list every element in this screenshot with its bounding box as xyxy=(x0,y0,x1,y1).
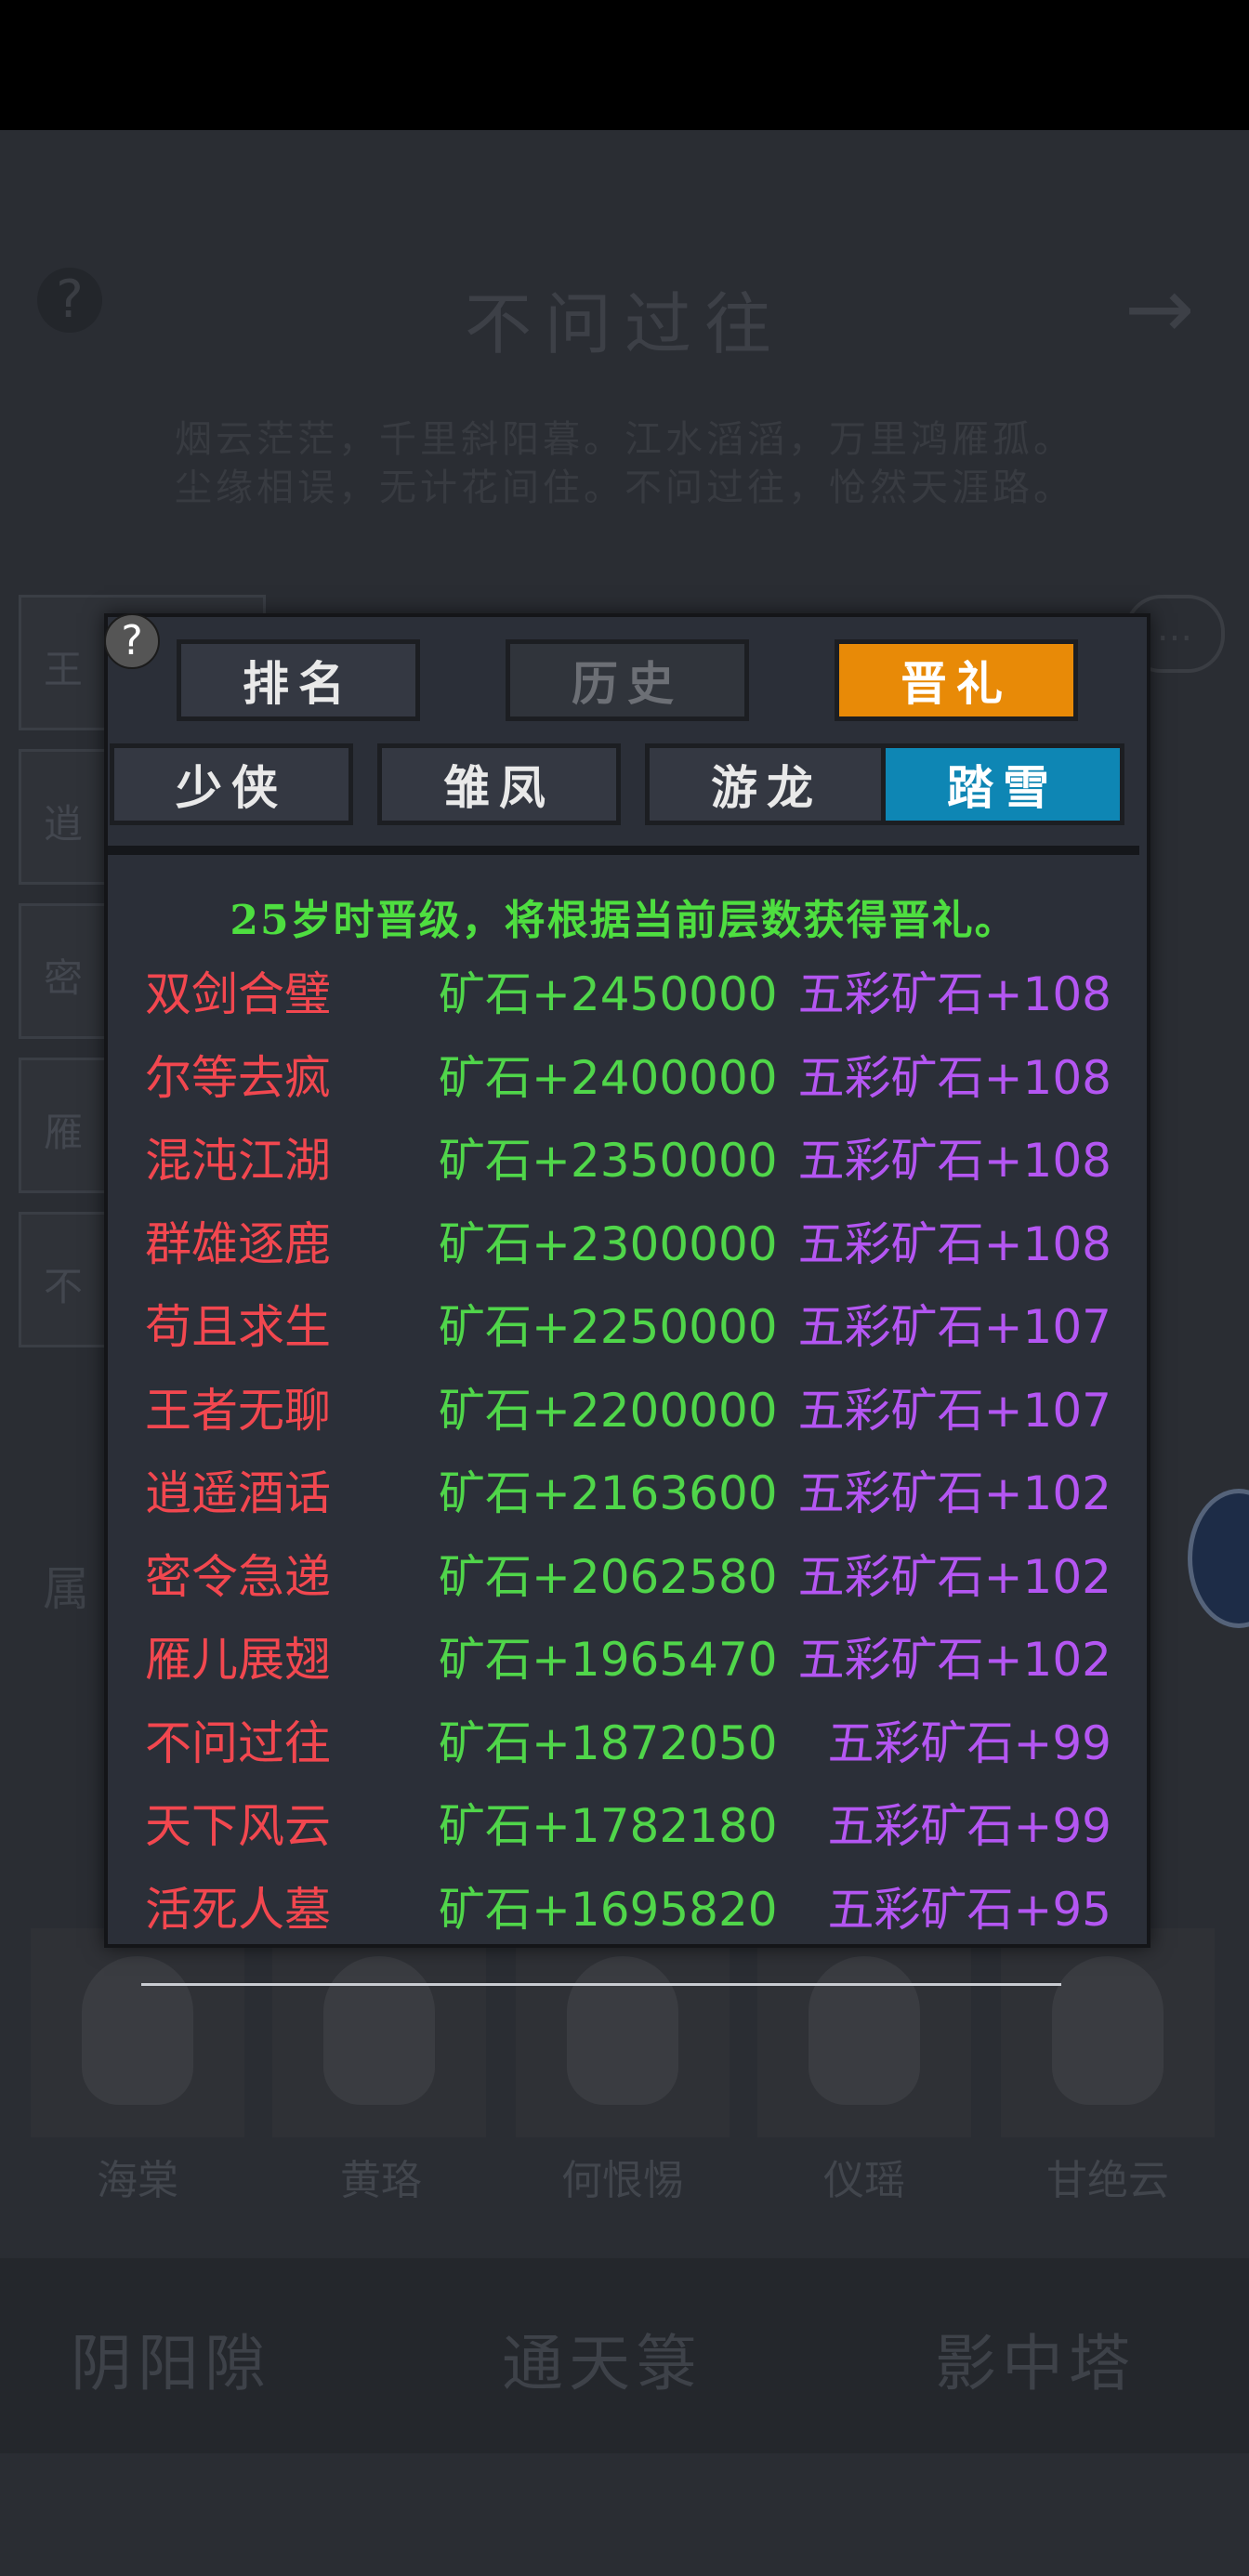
portrait-name: 海棠 xyxy=(97,2157,178,2204)
tab-youlong[interactable]: 游龙 xyxy=(645,743,888,825)
poem-line: 烟云茫茫，千里斜阳暮。江水滔滔，万里鸿雁孤。 xyxy=(175,418,1074,461)
reward-row: 天下风云 矿石+1782180 五彩矿石+99 xyxy=(145,1789,1111,1873)
portrait-image xyxy=(323,1956,435,2105)
color-ore-reward: 五彩矿石+102 xyxy=(797,1550,1111,1604)
ore-reward: 矿石+2163600 xyxy=(439,1466,778,1520)
reward-row: 王者无聊 矿石+2200000 五彩矿石+107 xyxy=(145,1373,1111,1457)
ore-reward: 矿石+1965470 xyxy=(439,1633,778,1687)
portrait-name: 何恨惕 xyxy=(561,2157,684,2204)
divider xyxy=(108,846,1139,855)
tab-chufeng[interactable]: 雏凤 xyxy=(377,743,621,825)
tier-name: 活死人墓 xyxy=(145,1883,331,1937)
tier-name: 王者无聊 xyxy=(145,1384,331,1438)
ore-reward: 矿石+2450000 xyxy=(439,967,778,1021)
color-ore-reward: 五彩矿石+99 xyxy=(827,1716,1111,1770)
color-ore-reward: 五彩矿石+108 xyxy=(797,967,1111,1021)
nav-item: 影中塔 xyxy=(935,2328,1136,2399)
portrait-card xyxy=(1001,1928,1215,2137)
help-icon[interactable]: ? xyxy=(104,613,160,669)
reward-row: 活死人墓 矿石+1695820 五彩矿石+95 xyxy=(145,1873,1111,1956)
portrait-card xyxy=(272,1928,486,2137)
ore-reward: 矿石+1782180 xyxy=(439,1799,778,1853)
tier-name: 逍遥酒话 xyxy=(145,1466,331,1520)
reward-note: 25岁时晋级，将根据当前层数获得晋礼。 xyxy=(230,897,1018,944)
tier-name: 苟且求生 xyxy=(145,1300,331,1354)
portrait-card xyxy=(31,1928,244,2137)
ore-reward: 矿石+1872050 xyxy=(439,1716,778,1770)
nav-item: 阴阳隙 xyxy=(71,2328,271,2399)
portrait-image xyxy=(82,1956,193,2105)
tab-promotion-gifts[interactable]: 晋礼 xyxy=(835,639,1078,721)
color-ore-reward: 五彩矿石+95 xyxy=(827,1883,1111,1937)
color-ore-reward: 五彩矿石+108 xyxy=(797,1134,1111,1188)
side-button-label: 密 xyxy=(44,955,84,1001)
floating-menu-icon xyxy=(1188,1489,1249,1628)
ore-reward: 矿石+1695820 xyxy=(439,1883,778,1937)
portrait-image xyxy=(1052,1956,1164,2105)
reward-row: 雁儿展翅 矿石+1965470 五彩矿石+102 xyxy=(145,1623,1111,1706)
portrait-name: 黄珞 xyxy=(340,2157,422,2204)
attribute-label: 属 xyxy=(43,1562,89,1616)
portrait-name: 仪瑶 xyxy=(823,2157,905,2204)
reward-row: 混沌江湖 矿石+2350000 五彩矿石+108 xyxy=(145,1124,1111,1207)
reward-row: 密令急递 矿石+2062580 五彩矿石+102 xyxy=(145,1540,1111,1623)
tier-name: 双剑合璧 xyxy=(145,967,331,1021)
tab-taxue[interactable]: 踏雪 xyxy=(881,743,1124,825)
reward-row: 群雄逐鹿 矿石+2300000 五彩矿石+108 xyxy=(145,1207,1111,1291)
color-ore-reward: 五彩矿石+99 xyxy=(827,1799,1111,1853)
tier-name: 不问过往 xyxy=(145,1716,331,1770)
game-screen: ? 不问过往 → 烟云茫茫，千里斜阳暮。江水滔滔，万里鸿雁孤。 尘缘相误，无计花… xyxy=(0,130,1249,2576)
reward-row: 苟且求生 矿石+2250000 五彩矿石+107 xyxy=(145,1290,1111,1373)
ore-reward: 矿石+2062580 xyxy=(439,1550,778,1604)
tier-name: 混沌江湖 xyxy=(145,1134,331,1188)
portrait-image xyxy=(567,1956,678,2105)
reward-row: 不问过往 矿石+1872050 五彩矿石+99 xyxy=(145,1706,1111,1790)
portrait-card xyxy=(757,1928,971,2137)
ore-reward: 矿石+2400000 xyxy=(439,1051,778,1105)
tab-ranking[interactable]: 排名 xyxy=(177,639,420,721)
side-button-label: 逍 xyxy=(44,801,84,847)
tier-name: 天下风云 xyxy=(145,1799,331,1853)
tier-name: 尔等去疯 xyxy=(145,1051,331,1105)
poem-line: 尘缘相误，无计花间住。不问过往，怆然天涯路。 xyxy=(175,467,1074,509)
page-title: 不问过往 xyxy=(464,285,784,363)
current-tier-divider xyxy=(141,1983,1061,1986)
side-button-label: 不 xyxy=(44,1264,84,1309)
rewards-dialog: ? 排名 历史 晋礼 少侠 雏凤 游龙 踏雪 25岁时晋级，将根据当前层数获得晋… xyxy=(104,613,1150,1986)
tab-history[interactable]: 历史 xyxy=(506,639,749,721)
color-ore-reward: 五彩矿石+102 xyxy=(797,1466,1111,1520)
tier-name: 雁儿展翅 xyxy=(145,1633,331,1687)
nav-item: 通天箓 xyxy=(502,2328,703,2399)
portrait-card xyxy=(516,1928,730,2137)
ore-reward: 矿石+2350000 xyxy=(439,1134,778,1188)
color-ore-reward: 五彩矿石+107 xyxy=(797,1384,1111,1438)
reward-row: 逍遥酒话 矿石+2163600 五彩矿石+102 xyxy=(145,1456,1111,1540)
ore-reward: 矿石+2300000 xyxy=(439,1217,778,1271)
ore-reward: 矿石+2250000 xyxy=(439,1300,778,1354)
color-ore-reward: 五彩矿石+108 xyxy=(797,1051,1111,1105)
reward-row: 尔等去疯 矿石+2400000 五彩矿石+108 xyxy=(145,1041,1111,1124)
status-bar xyxy=(0,0,1249,130)
next-arrow-icon: → xyxy=(1124,260,1195,358)
color-ore-reward: 五彩矿石+107 xyxy=(797,1300,1111,1354)
tab-shaoxia[interactable]: 少侠 xyxy=(110,743,353,825)
color-ore-reward: 五彩矿石+102 xyxy=(797,1633,1111,1687)
reward-row: 双剑合璧 矿石+2450000 五彩矿石+108 xyxy=(145,957,1111,1041)
portrait-image xyxy=(809,1956,920,2105)
tier-name: 群雄逐鹿 xyxy=(145,1217,331,1271)
ore-reward: 矿石+2200000 xyxy=(439,1384,778,1438)
side-button-label: 王 xyxy=(44,647,84,692)
tier-name: 密令急递 xyxy=(145,1550,331,1604)
portrait-name: 甘绝云 xyxy=(1046,2157,1169,2204)
side-button-label: 雁 xyxy=(44,1110,84,1155)
color-ore-reward: 五彩矿石+108 xyxy=(797,1217,1111,1271)
